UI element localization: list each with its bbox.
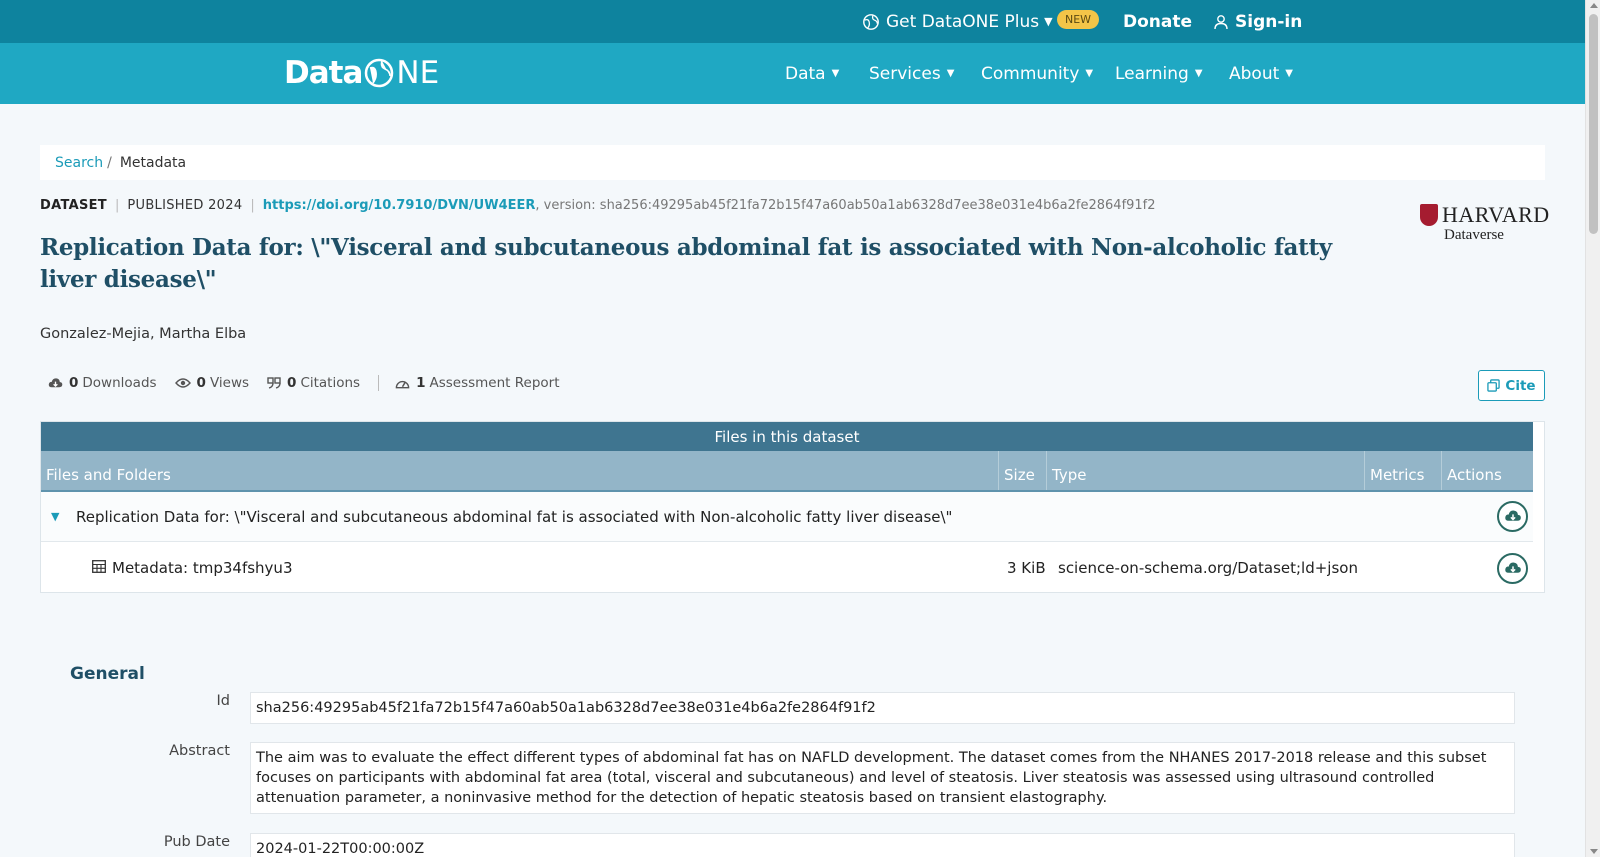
quote-icon [267, 377, 281, 389]
scroll-up-arrow-icon[interactable] [1590, 3, 1598, 8]
cloud-download-icon [1504, 562, 1521, 573]
repository-subname: Dataverse [1444, 227, 1504, 243]
nav-services[interactable]: Services ▼ [869, 43, 954, 104]
file-name[interactable]: Metadata: tmp34fshyu3 [112, 559, 292, 577]
cloud-download-icon [1504, 510, 1521, 521]
nav-learning-label: Learning [1115, 63, 1189, 84]
eye-icon [174, 378, 191, 388]
chevron-down-icon: ▼ [1044, 15, 1053, 28]
sign-in-label: Sign-in [1235, 11, 1303, 32]
version-text: , version: sha256:49295ab45f21fa72b15f47… [535, 198, 1156, 213]
globe-logo-icon [365, 58, 394, 88]
file-size: 3 KiB [1007, 559, 1046, 577]
column-type[interactable]: Type [1047, 451, 1365, 490]
nav-community[interactable]: Community ▼ [981, 43, 1093, 104]
donate-link[interactable]: Donate [1123, 0, 1192, 43]
breadcrumb: Search / Metadata [40, 145, 1545, 180]
main-navbar: Data NE Data ▼ Services ▼ Community ▼ Learn… [0, 43, 1585, 104]
chevron-down-icon: ▼ [946, 68, 955, 79]
page-scrollbar[interactable] [1585, 0, 1600, 857]
citations-count: 0 [287, 375, 297, 391]
scroll-down-arrow-icon[interactable] [1590, 849, 1598, 854]
citations-metric[interactable]: 0 Citations [267, 375, 360, 391]
doi-link[interactable]: https://doi.org/10.7910/DVN/UW4EER [263, 198, 536, 213]
column-size[interactable]: Size [999, 451, 1047, 490]
downloads-metric[interactable]: 0 Downloads [48, 375, 157, 391]
dataset-author[interactable]: Gonzalez-Mejia, Martha Elba [40, 326, 246, 342]
cloud-download-icon [48, 377, 63, 387]
files-table-caption: Files in this dataset [41, 422, 1533, 451]
table-row-folder[interactable]: ▼ Replication Data for: \"Visceral and s… [41, 492, 1533, 542]
field-label-id: Id [216, 693, 230, 709]
files-table: Files in this dataset Files and Folders … [40, 421, 1545, 593]
meta-divider: | [114, 198, 120, 213]
table-icon [92, 560, 106, 573]
column-metrics[interactable]: Metrics [1365, 451, 1442, 490]
views-metric[interactable]: 0 Views [174, 375, 250, 391]
field-value-id: sha256:49295ab45f21fa72b15f47a60ab50a1ab… [250, 692, 1515, 724]
general-heading: General [70, 664, 145, 684]
views-count: 0 [196, 375, 206, 391]
field-label-abstract: Abstract [169, 743, 230, 759]
download-file-button[interactable] [1497, 552, 1528, 584]
column-files-and-folders[interactable]: Files and Folders [41, 451, 999, 490]
folder-name: Replication Data for: \"Visceral and sub… [76, 507, 953, 526]
assessment-label: Assessment Report [429, 375, 560, 391]
scrollbar-thumb[interactable] [1589, 14, 1598, 234]
dataset-title: Replication Data for: \"Visceral and sub… [40, 234, 1332, 293]
nav-about-label: About [1229, 63, 1280, 84]
dataset-meta-line: DATASET | PUBLISHED 2024 | https://doi.o… [40, 198, 1156, 213]
caret-down-icon[interactable]: ▼ [51, 510, 59, 523]
meta-divider: | [250, 198, 255, 213]
citations-label: Citations [300, 375, 361, 391]
table-row[interactable]: Metadata: tmp34fshyu3 3 KiB science-on-s… [41, 543, 1533, 593]
new-badge: NEW [1057, 10, 1100, 29]
dataset-type: DATASET [40, 198, 107, 213]
cite-button[interactable]: Cite [1478, 370, 1545, 401]
files-table-header: Files and Folders Size Type Metrics Acti… [41, 451, 1533, 492]
get-dataone-plus-menu[interactable]: Get DataONE Plus ▼ [862, 0, 1053, 43]
top-utility-bar: Get DataONE Plus ▼ NEW Donate Sign-in [0, 0, 1585, 43]
nav-data-label: Data [785, 63, 826, 84]
harvard-dataverse-logo[interactable]: HARVARD Dataverse [1420, 202, 1549, 246]
views-label: Views [209, 375, 250, 391]
copy-icon [1487, 379, 1501, 392]
field-value-pub-date: 2024-01-22T00:00:00Z [250, 833, 1515, 857]
cite-label: Cite [1505, 377, 1536, 394]
dataone-logo[interactable]: Data NE [284, 55, 439, 91]
assessment-count: 1 [416, 375, 426, 391]
chevron-down-icon: ▼ [831, 68, 840, 79]
breadcrumb-search-link[interactable]: Search [55, 155, 103, 171]
nav-community-label: Community [981, 63, 1080, 84]
file-type: science-on-schema.org/Dataset;ld+json [1058, 559, 1358, 577]
user-icon [1214, 14, 1228, 29]
metrics-row: 0 Downloads 0 Views 0 Citations 1 Assess… [48, 375, 578, 391]
published-year: PUBLISHED 2024 [127, 198, 243, 213]
logo-text-left: Data [284, 55, 363, 91]
field-value-abstract: The aim was to evaluate the effect diffe… [250, 742, 1515, 814]
breadcrumb-current: Metadata [119, 154, 187, 171]
globe-icon [863, 13, 879, 30]
nav-about[interactable]: About ▼ [1229, 43, 1293, 104]
chevron-down-icon: ▼ [1085, 68, 1094, 79]
downloads-label: Downloads [82, 375, 157, 391]
sign-in-link[interactable]: Sign-in [1213, 0, 1302, 43]
chevron-down-icon: ▼ [1194, 68, 1203, 79]
field-label-pub-date: Pub Date [163, 834, 230, 850]
harvard-shield-icon [1420, 204, 1438, 226]
logo-text-right: NE [396, 55, 440, 91]
get-dataone-plus-label: Get DataONE Plus [886, 11, 1040, 32]
nav-services-label: Services [869, 63, 941, 84]
repository-name: HARVARD [1442, 202, 1550, 227]
metrics-divider [378, 375, 380, 391]
breadcrumb-separator: / [107, 154, 112, 171]
download-all-button[interactable] [1497, 501, 1528, 532]
nav-data[interactable]: Data ▼ [785, 43, 839, 104]
nav-learning[interactable]: Learning ▼ [1115, 43, 1203, 104]
gauge-icon [395, 380, 410, 389]
column-actions[interactable]: Actions [1442, 451, 1533, 490]
chevron-down-icon: ▼ [1285, 68, 1293, 79]
downloads-count: 0 [69, 375, 79, 391]
assessment-report-metric[interactable]: 1 Assessment Report [395, 375, 560, 391]
